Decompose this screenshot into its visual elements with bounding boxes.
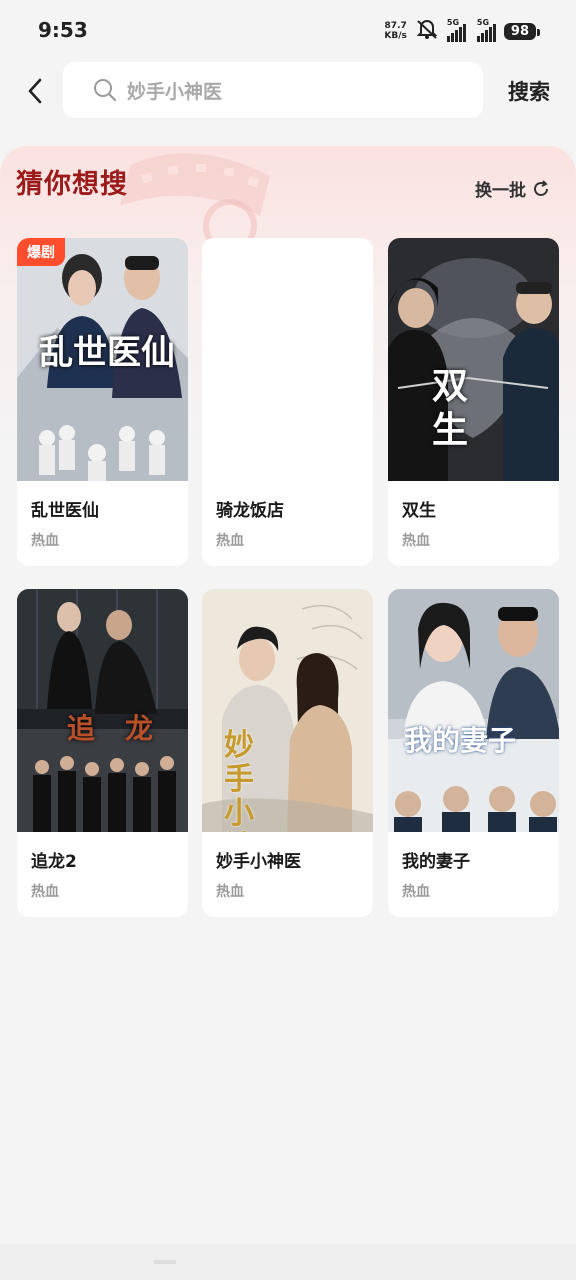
drama-genre-tag: 热血	[31, 533, 59, 549]
search-icon	[94, 79, 117, 102]
poster-title: 追龙	[67, 712, 184, 745]
drama-poster: 追龙	[17, 589, 188, 832]
poster-title: 乱世医仙	[39, 333, 175, 373]
poster-title: 我的妻子	[404, 724, 517, 757]
drama-poster: 双生	[388, 238, 559, 481]
status-time: 9:53	[38, 18, 88, 42]
drama-card[interactable]: 追龙 追龙2 热血	[17, 589, 188, 917]
drama-card[interactable]: 妙手小神医 妙手小神医 热血	[202, 589, 373, 917]
drama-genre-tag: 热血	[31, 884, 59, 900]
drama-poster: 乱世医仙 爆剧	[17, 238, 188, 481]
drama-genre-tag: 热血	[402, 884, 430, 900]
drama-genre-tag: 热血	[402, 533, 430, 549]
search-button[interactable]: 搜索	[508, 76, 550, 106]
drama-genre-tag: 热血	[216, 533, 244, 549]
signal-icon-sim1: 5G	[446, 18, 469, 42]
drama-title: 追龙2	[31, 852, 77, 872]
chevron-left-icon	[28, 78, 42, 104]
drama-poster: 我的妻子	[388, 589, 559, 832]
status-icons: 87.7 KB/s 5G 5G 98	[384, 18, 541, 44]
network-speed-value: 87.7	[384, 21, 407, 31]
gesture-handle[interactable]	[154, 1260, 176, 1264]
back-button[interactable]	[20, 74, 50, 108]
drama-card[interactable]: 我的妻子 我的妻子 热血	[388, 589, 559, 917]
network-speed-unit: KB/s	[384, 31, 407, 41]
refresh-icon	[534, 179, 548, 196]
search-input[interactable]: 妙手小神医	[63, 62, 483, 118]
section-title: 猜你想搜	[16, 169, 128, 200]
drama-card[interactable]: 乱世医仙 爆剧 乱世医仙 热血	[17, 238, 188, 566]
drama-poster	[202, 238, 373, 481]
poster-title: 妙手小神医	[224, 728, 254, 833]
gesture-bar	[0, 1244, 576, 1280]
drama-title: 骑龙饭店	[216, 501, 284, 521]
drama-poster: 妙手小神医	[202, 589, 373, 832]
drama-title: 双生	[402, 501, 436, 521]
battery-icon: 98	[503, 22, 541, 40]
refresh-button[interactable]: 换一批	[475, 176, 550, 201]
drama-title: 我的妻子	[402, 852, 470, 872]
poster-title: 双生	[432, 365, 469, 451]
refresh-label: 换一批	[475, 181, 526, 201]
signal-icon-sim2: 5G	[476, 18, 496, 42]
search-header: 妙手小神医 搜索	[0, 62, 576, 120]
status-bar: 9:53 87.7 KB/s 5G 5G 98	[0, 0, 576, 62]
drama-card[interactable]: 骑龙饭店 热血	[202, 238, 373, 566]
drama-title: 乱世医仙	[31, 501, 99, 521]
mute-bell-icon	[415, 18, 439, 44]
hot-badge: 爆剧	[17, 238, 65, 266]
network-speed: 87.7 KB/s	[384, 21, 406, 41]
drama-genre-tag: 热血	[216, 884, 244, 900]
drama-card[interactable]: 双生 双生 热血	[388, 238, 559, 566]
drama-title: 妙手小神医	[216, 852, 301, 872]
search-query-text: 妙手小神医	[127, 80, 223, 103]
